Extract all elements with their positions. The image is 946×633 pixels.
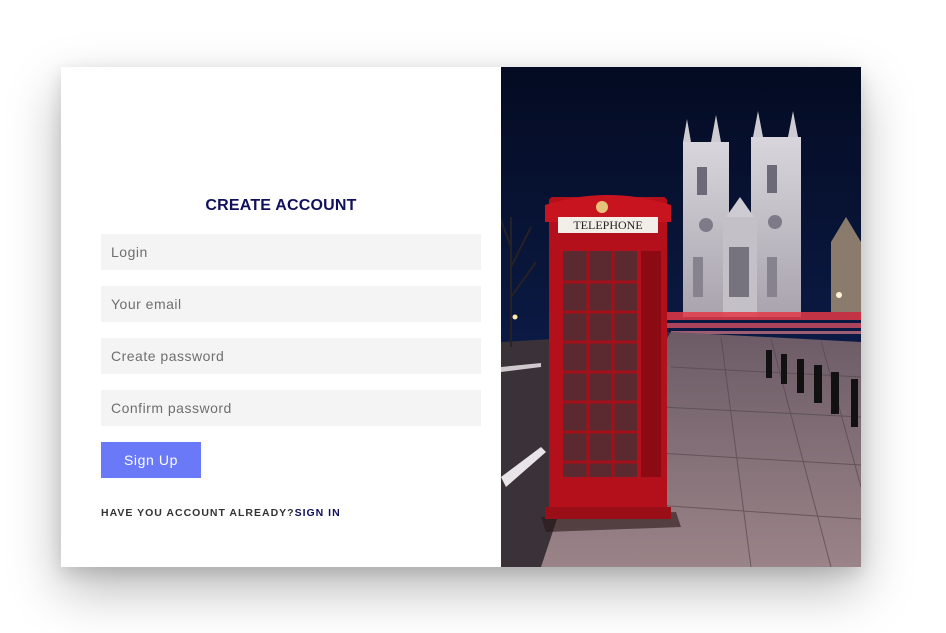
signin-prompt: HAVE YOU ACCOUNT ALREADY?SIGN IN	[101, 507, 341, 519]
hero-photo: TELEPHONE	[501, 67, 861, 567]
phone-booth: TELEPHONE	[541, 195, 681, 532]
confirm-password-field[interactable]	[101, 390, 481, 426]
login-field[interactable]	[101, 234, 481, 270]
signup-button[interactable]: Sign Up	[101, 442, 201, 478]
street-scene-image: TELEPHONE	[501, 67, 861, 567]
account-prompt-text: HAVE YOU ACCOUNT ALREADY?	[101, 507, 295, 519]
signup-form: CREATE ACCOUNT Sign Up HAVE YOU ACCOUNT …	[61, 67, 501, 567]
password-field[interactable]	[101, 338, 481, 374]
signin-link[interactable]: SIGN IN	[295, 507, 341, 519]
booth-sign-text: TELEPHONE	[573, 218, 642, 232]
email-field[interactable]	[101, 286, 481, 322]
page-title: CREATE ACCOUNT	[205, 197, 357, 214]
signup-card: CREATE ACCOUNT Sign Up HAVE YOU ACCOUNT …	[61, 67, 861, 567]
